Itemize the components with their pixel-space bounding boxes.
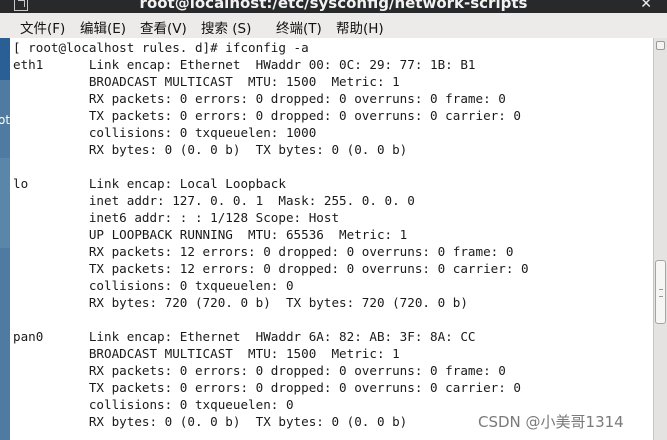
terminal-line: lo Link encap: Local Loopback [13, 176, 286, 191]
terminal-line: [ root@localhost rules. d]# ifconfig -a [13, 40, 309, 55]
terminal-line: BROADCAST MULTICAST MTU: 1500 Metric: 1 [13, 74, 400, 89]
close-icon[interactable]: ✕ [640, 0, 652, 12]
desktop-icon-label-fragment: ot [0, 113, 11, 127]
terminal-line: TX packets: 0 errors: 0 dropped: 0 overr… [13, 108, 521, 123]
terminal-line: eth1 Link encap: Ethernet HWaddr 00: 0C:… [13, 57, 476, 72]
desktop-background-sliver: ot [0, 38, 10, 440]
menu-edit[interactable]: 编辑(E) [80, 17, 126, 37]
menu-file[interactable]: 文件(F) [20, 17, 65, 37]
terminal-line: RX packets: 0 errors: 0 dropped: 0 overr… [13, 91, 506, 106]
terminal-line: inet6 addr: : : 1/128 Scope: Host [13, 210, 340, 225]
terminal-line: RX packets: 12 errors: 0 dropped: 0 over… [13, 244, 514, 259]
window-title: root@localhost:/etc/sysconfig/network-sc… [139, 0, 528, 12]
terminal-output[interactable]: [ root@localhost rules. d]# ifconfig -a … [10, 38, 653, 440]
terminal-line: RX bytes: 720 (720. 0 b) TX bytes: 720 (… [13, 295, 468, 310]
window-titlebar[interactable]: root@localhost:/etc/sysconfig/network-sc… [0, 0, 667, 13]
terminal-line: collisions: 0 txqueuelen: 0 [13, 397, 294, 412]
terminal-line: collisions: 0 txqueuelen: 0 [13, 278, 294, 293]
terminal-line: pan0 Link encap: Ethernet HWaddr 6A: 82:… [13, 329, 476, 344]
terminal-scrollbar[interactable] [653, 38, 667, 440]
scroll-up-button[interactable] [656, 41, 665, 50]
menu-help[interactable]: 帮助(H) [336, 17, 384, 37]
menu-search[interactable]: 搜索 (S) [201, 17, 251, 37]
scrollbar-thumb[interactable] [655, 260, 666, 324]
menu-bar: 文件(F) 编辑(E) 查看(V) 搜索 (S) 终端(T) 帮助(H) [0, 13, 667, 39]
terminal-line: TX packets: 12 errors: 0 dropped: 0 over… [13, 261, 529, 276]
terminal-line: inet addr: 127. 0. 0. 1 Mask: 255. 0. 0.… [13, 193, 415, 208]
terminal-line: UP LOOPBACK RUNNING MTU: 65536 Metric: 1 [13, 227, 408, 242]
terminal-line: RX bytes: 0 (0. 0 b) TX bytes: 0 (0. 0 b… [13, 142, 408, 157]
terminal-line: collisions: 0 txqueuelen: 1000 [13, 125, 317, 140]
menu-view[interactable]: 查看(V) [140, 17, 187, 37]
csdn-watermark: CSDN @小美哥1314 [478, 413, 624, 431]
desktop-edge-dark [0, 38, 10, 80]
terminal-line: TX packets: 0 errors: 0 dropped: 0 overr… [13, 380, 521, 395]
terminal-line: BROADCAST MULTICAST MTU: 1500 Metric: 1 [13, 346, 400, 361]
terminal-line: RX packets: 0 errors: 0 dropped: 0 overr… [13, 363, 506, 378]
terminal-line: RX bytes: 0 (0. 0 b) TX bytes: 0 (0. 0 b… [13, 414, 408, 429]
desktop-edge-light [0, 158, 10, 248]
menu-terminal[interactable]: 终端(T) [276, 17, 322, 37]
